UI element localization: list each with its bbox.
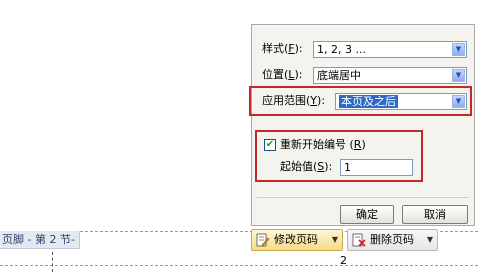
- footer-section-tag: 页脚 - 第 2 节-: [0, 231, 80, 249]
- apply-range-select-value: 本页及之后: [339, 95, 398, 108]
- chevron-down-icon[interactable]: ▼: [452, 69, 465, 82]
- cancel-button[interactable]: 取消: [402, 205, 468, 224]
- style-label: 样式(F):: [262, 42, 303, 55]
- style-select-value: 1, 2, 3 ...: [317, 43, 366, 56]
- delete-page-number-button[interactable]: 删除页码 ▼: [347, 229, 438, 251]
- style-select[interactable]: 1, 2, 3 ... ▼: [313, 41, 467, 58]
- chevron-down-icon[interactable]: ▼: [452, 43, 465, 56]
- margin-marker: [52, 252, 53, 272]
- restart-numbering-checkbox[interactable]: ✔: [264, 139, 276, 151]
- restart-numbering-accesskey: R: [353, 138, 362, 151]
- apply-range-select[interactable]: 本页及之后 ▼: [335, 93, 467, 110]
- modify-page-number-button[interactable]: 修改页码 ▼: [251, 229, 343, 251]
- footer-separator-line: [0, 265, 478, 266]
- start-value-input[interactable]: 1: [340, 159, 413, 176]
- chevron-down-icon[interactable]: ▼: [332, 230, 338, 250]
- position-select-value: 底端居中: [317, 69, 361, 82]
- style-label-text: 样式: [262, 42, 284, 55]
- apply-range-label-text: 应用范围: [262, 94, 306, 107]
- chevron-down-icon[interactable]: ▼: [427, 230, 433, 250]
- start-value-label: 起始值(S):: [280, 160, 333, 173]
- edit-page-icon: [256, 233, 270, 247]
- apply-range-accesskey: Y: [310, 94, 318, 107]
- restart-numbering-label-text: 重新开始编号: [280, 138, 346, 151]
- ok-button[interactable]: 确定: [340, 205, 394, 224]
- chevron-down-icon[interactable]: ▼: [452, 95, 465, 108]
- restart-numbering-label[interactable]: 重新开始编号 (R): [280, 135, 366, 155]
- apply-range-label: 应用范围(Y):: [262, 94, 326, 107]
- start-value-accesskey: S: [317, 160, 325, 173]
- start-value-label-text: 起始值: [280, 160, 313, 173]
- delete-page-icon: [352, 233, 366, 247]
- modify-page-number-label: 修改页码: [274, 233, 318, 246]
- dialog-separator: [257, 197, 469, 198]
- page-number-dialog: 样式(F): 1, 2, 3 ... ▼ 位置(L): 底端居中 ▼ 应用范围(…: [249, 24, 475, 226]
- position-label-text: 位置: [262, 68, 284, 81]
- position-accesskey: L: [288, 68, 295, 81]
- delete-page-number-label: 删除页码: [370, 233, 414, 246]
- style-accesskey: F: [288, 42, 295, 55]
- position-select[interactable]: 底端居中 ▼: [313, 67, 467, 84]
- position-label: 位置(L):: [262, 68, 303, 81]
- page-number[interactable]: 2: [340, 254, 347, 267]
- start-value-input-text: 1: [344, 161, 351, 174]
